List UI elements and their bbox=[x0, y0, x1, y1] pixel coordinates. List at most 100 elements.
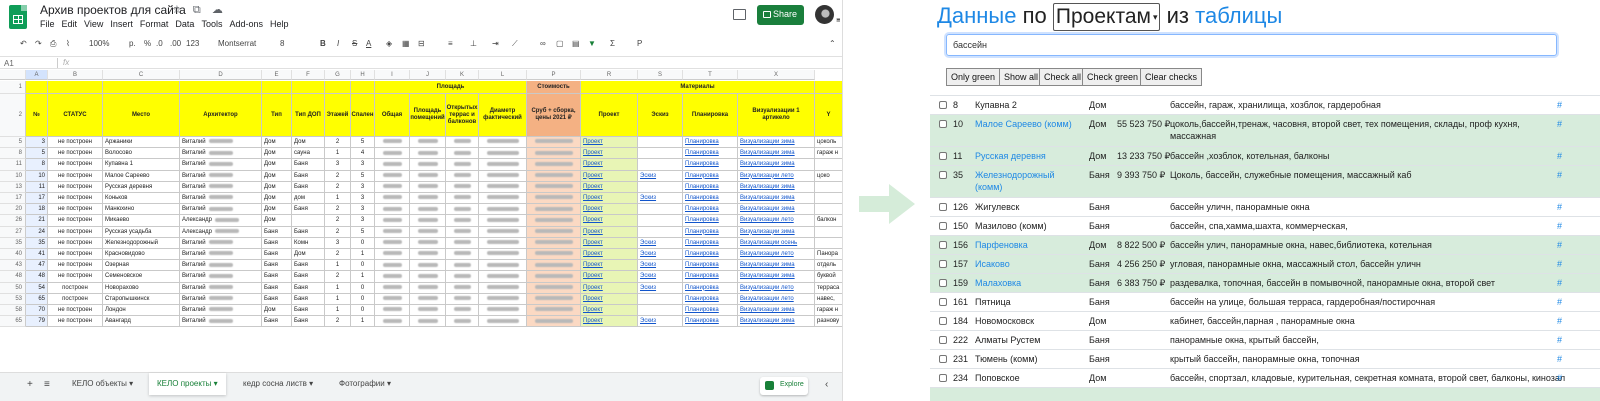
cell-living[interactable] bbox=[410, 249, 446, 261]
cell-status[interactable]: не построен bbox=[48, 181, 103, 193]
cell-project[interactable]: Проект bbox=[581, 293, 638, 305]
result-row[interactable]: 157 Исаково Баня 4 256 250 ₽ угловая, панора… bbox=[930, 254, 1600, 273]
header-project[interactable]: Проект bbox=[581, 94, 638, 137]
visualization-link[interactable]: Визуализации зима bbox=[740, 184, 795, 190]
cell-sketch[interactable] bbox=[638, 204, 683, 216]
visualization-link[interactable]: Визуализации зима bbox=[740, 273, 795, 279]
cell-num[interactable]: 24 bbox=[26, 226, 48, 238]
cell-dop[interactable]: Баня bbox=[292, 316, 325, 328]
row-checkbox[interactable] bbox=[939, 355, 947, 363]
cell-plan[interactable]: Планировка bbox=[683, 293, 738, 305]
cell-beds[interactable]: 5 bbox=[351, 137, 375, 149]
visualization-link[interactable]: Визуализации зима bbox=[740, 307, 795, 313]
cell-plan[interactable]: Планировка bbox=[683, 249, 738, 261]
cell-place[interactable]: Русская деревня bbox=[103, 181, 180, 193]
share-button[interactable]: Share bbox=[757, 5, 804, 25]
project-link[interactable]: Проект bbox=[583, 251, 603, 257]
cell-viz[interactable]: Визуализации зима bbox=[738, 204, 815, 216]
cell-beds[interactable]: 1 bbox=[351, 271, 375, 283]
cell-status[interactable]: не построен bbox=[48, 193, 103, 205]
cell-living[interactable] bbox=[410, 159, 446, 171]
cell-viz[interactable]: Визуализации осень bbox=[738, 237, 815, 249]
cell-status[interactable]: не построен bbox=[48, 159, 103, 171]
plan-link[interactable]: Планировка bbox=[685, 285, 719, 291]
cell-y[interactable]: отдель bbox=[815, 260, 842, 272]
cell-place[interactable]: Манюхино bbox=[103, 204, 180, 216]
cell-floors[interactable]: 1 bbox=[325, 148, 351, 160]
header-diam[interactable]: Диаметр фактический bbox=[479, 94, 527, 137]
cell-status[interactable]: не построен bbox=[48, 316, 103, 328]
plan-link[interactable]: Планировка bbox=[685, 296, 719, 302]
cell-sketch[interactable]: Эскиз bbox=[638, 260, 683, 272]
cell-arch[interactable]: Виталий bbox=[180, 159, 262, 171]
decrease-decimal-button[interactable]: .0 bbox=[156, 39, 163, 48]
row-number[interactable]: 48 bbox=[0, 271, 26, 283]
row-checkbox[interactable] bbox=[939, 203, 947, 211]
cell-type[interactable]: Баня bbox=[262, 271, 292, 283]
cell-beds[interactable]: 0 bbox=[351, 282, 375, 294]
cell-open[interactable] bbox=[446, 137, 479, 149]
cell-beds[interactable]: 3 bbox=[351, 215, 375, 227]
anchor-link[interactable]: # bbox=[1557, 373, 1562, 383]
row-number[interactable]: 1 bbox=[0, 81, 26, 94]
column-header[interactable]: S bbox=[638, 70, 683, 80]
cell-diam[interactable] bbox=[479, 148, 527, 160]
cell-price[interactable] bbox=[527, 260, 581, 272]
header-price[interactable]: Сруб + сборка, цены 2021 ₽ bbox=[527, 94, 581, 137]
cell-floors[interactable]: 2 bbox=[325, 170, 351, 182]
anchor-link[interactable]: # bbox=[1557, 202, 1562, 212]
cell-viz[interactable]: Визуализации лето bbox=[738, 215, 815, 227]
cell-arch[interactable]: Виталий bbox=[180, 181, 262, 193]
cell-place[interactable]: Озерная bbox=[103, 260, 180, 272]
cell-num[interactable]: 3 bbox=[26, 137, 48, 149]
star-move-cloud-icons[interactable]: ☆ ⧉ ☁ bbox=[172, 3, 227, 17]
percent-button[interactable]: % bbox=[144, 39, 151, 48]
cell-viz[interactable]: Визуализации зима bbox=[738, 148, 815, 160]
cell-num[interactable]: 5 bbox=[26, 148, 48, 160]
anchor-link[interactable]: # bbox=[1557, 170, 1562, 180]
cell-y[interactable]: буквой bbox=[815, 271, 842, 283]
cell-dop[interactable] bbox=[292, 215, 325, 227]
row-number[interactable]: 11 bbox=[0, 159, 26, 171]
cell-sketch[interactable] bbox=[638, 226, 683, 238]
column-header[interactable]: C bbox=[103, 70, 180, 80]
all-sheets-icon[interactable]: ≡ bbox=[44, 379, 50, 390]
cell-type[interactable]: Дом bbox=[262, 181, 292, 193]
tab-kelo-objects[interactable]: КЕЛО объекты ▾ bbox=[72, 379, 133, 388]
result-row[interactable]: 150 Мазилово (комм) Баня бассейн, спа,хамма… bbox=[930, 216, 1600, 235]
cell-type[interactable]: Баня bbox=[262, 282, 292, 294]
cell-price[interactable] bbox=[527, 204, 581, 216]
header-floors[interactable]: Этажей bbox=[325, 94, 351, 137]
column-header[interactable]: X bbox=[738, 70, 815, 80]
column-header[interactable]: T bbox=[683, 70, 738, 80]
cell-viz[interactable]: Визуализации зима bbox=[738, 260, 815, 272]
cell-total[interactable] bbox=[375, 193, 410, 205]
cell-viz[interactable]: Визуализации лето bbox=[738, 293, 815, 305]
cell-place[interactable]: Русская усадьба bbox=[103, 226, 180, 238]
anchor-link[interactable]: # bbox=[1557, 316, 1562, 326]
project-link[interactable]: Проект bbox=[583, 217, 603, 223]
cell-num[interactable]: 35 bbox=[26, 237, 48, 249]
cell-arch[interactable]: Виталий bbox=[180, 305, 262, 317]
cell-arch[interactable]: Виталий bbox=[180, 193, 262, 205]
cell-project[interactable]: Проект bbox=[581, 260, 638, 272]
cell-status[interactable]: не построен bbox=[48, 271, 103, 283]
cell-num[interactable]: 54 bbox=[26, 282, 48, 294]
row-number[interactable]: 50 bbox=[0, 282, 26, 294]
cell-total[interactable] bbox=[375, 271, 410, 283]
search-input[interactable]: бассейн bbox=[946, 34, 1557, 56]
cell-total[interactable] bbox=[375, 282, 410, 294]
cell-plan[interactable]: Планировка bbox=[683, 271, 738, 283]
cell-diam[interactable] bbox=[479, 237, 527, 249]
comment-icon[interactable] bbox=[733, 9, 746, 20]
cell-status[interactable]: построен bbox=[48, 293, 103, 305]
result-row[interactable]: 231 Тюмень (комм) Баня крытый бассейн, пано… bbox=[930, 349, 1600, 368]
result-row[interactable]: 35 Железнодорожный (комм) Баня 9 393 750 ₽ Цо… bbox=[930, 165, 1600, 197]
cell-beds[interactable]: 3 bbox=[351, 193, 375, 205]
header-beds[interactable]: Спален bbox=[351, 94, 375, 137]
cell-living[interactable] bbox=[410, 148, 446, 160]
row-number[interactable]: 65 bbox=[0, 316, 26, 328]
cell-price[interactable] bbox=[527, 305, 581, 317]
cell-open[interactable] bbox=[446, 181, 479, 193]
cell-viz[interactable]: Визуализации зима bbox=[738, 181, 815, 193]
